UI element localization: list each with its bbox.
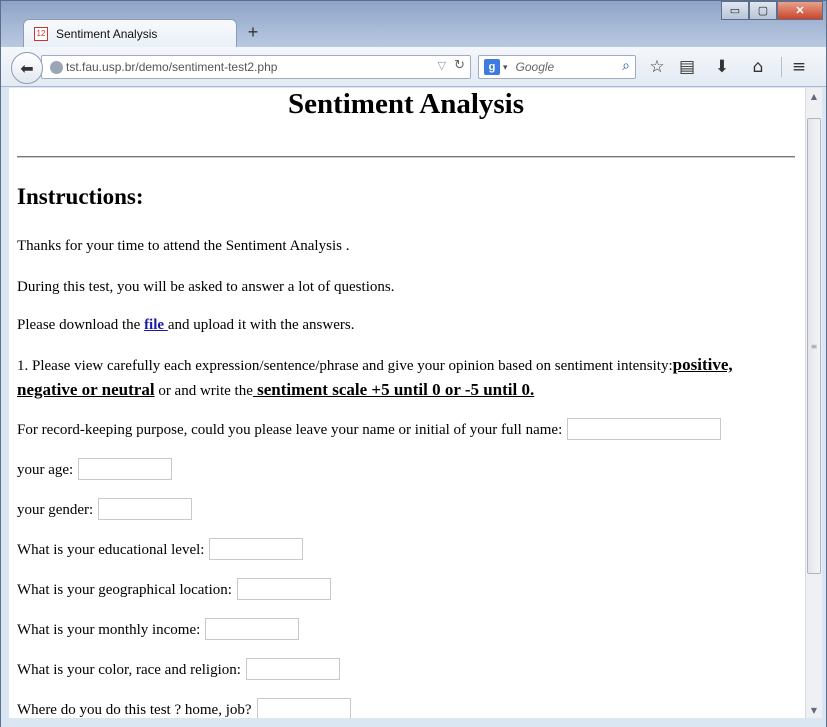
scroll-up-icon[interactable]: ▲ [806, 88, 822, 104]
income-question: What is your monthly income: [17, 618, 300, 640]
reload-icon[interactable]: ↻ [454, 58, 465, 73]
search-icon[interactable]: ⌕ [622, 58, 630, 74]
download-text-before: Please download the [17, 317, 145, 333]
education-field[interactable] [209, 538, 304, 560]
test-info-text: During this test, you will be asked to a… [17, 279, 395, 295]
download-icon[interactable]: ⬇ [711, 55, 733, 79]
age-question: your age: [17, 458, 173, 480]
minimize-button[interactable]: ▭ [721, 1, 749, 20]
location-question: What is your geographical location: [17, 578, 331, 600]
gender-question: your gender: [17, 498, 193, 520]
name-field[interactable] [567, 418, 722, 440]
income-field[interactable] [205, 618, 300, 640]
location-field[interactable] [236, 578, 331, 600]
instruction-text: 1. Please view carefully each expression… [17, 358, 673, 374]
home-icon[interactable]: ⌂ [747, 55, 769, 79]
income-label: What is your monthly income: [17, 621, 201, 638]
color-race-religion-field[interactable] [245, 658, 340, 680]
scroll-down-icon[interactable]: ▼ [806, 702, 822, 718]
reading-list-icon[interactable]: ▤ [676, 55, 698, 79]
page-title: Sentiment Analysis [287, 88, 525, 120]
page-viewport: Sentiment Analysis Instructions: Thanks … [9, 88, 805, 718]
tab-sentiment-analysis[interactable]: 12 Sentiment Analysis [23, 19, 237, 47]
instructions-heading: Instructions: [17, 184, 144, 209]
url-text: tst.fau.usp.br/demo/sentiment-test2.php [66, 60, 278, 74]
maximize-button[interactable]: ▢ [749, 1, 777, 20]
vertical-scrollbar[interactable]: ▲ ≡ ▼ [805, 88, 822, 718]
window-controls: ▭ ▢ ✕ [721, 1, 823, 21]
instruction-line-1: 1. Please view carefully each expression… [17, 355, 733, 375]
where-question: Where do you do this test ? home, job? [17, 698, 351, 718]
tab-strip: 12 Sentiment Analysis + ▭ ▢ ✕ [1, 1, 826, 47]
thanks-text: Thanks for your time to attend the Senti… [17, 238, 350, 254]
name-label: For record-keeping purpose, could you pl… [17, 421, 563, 438]
back-button[interactable]: ⬅ [11, 52, 43, 84]
window-bottom-border [1, 718, 826, 727]
education-label: What is your educational level: [17, 541, 205, 558]
where-field[interactable] [256, 698, 351, 718]
calendar-icon: 12 [34, 26, 48, 41]
close-button[interactable]: ✕ [777, 1, 823, 20]
file-link[interactable]: file [144, 317, 168, 333]
navigation-bar: tst.fau.usp.br/demo/sentiment-test2.php … [1, 47, 826, 87]
instruction-line-2: negative or neutral or and write the sen… [17, 380, 534, 400]
download-text: Please download the file and upload it w… [17, 317, 354, 334]
bookmark-star-icon[interactable]: ☆ [646, 55, 668, 79]
google-icon: g [484, 59, 500, 75]
gender-field[interactable] [98, 498, 193, 520]
color-race-religion-question: What is your color, race and religion: [17, 658, 340, 680]
color-race-religion-label: What is your color, race and religion: [17, 661, 241, 678]
sentiment-scale-label: sentiment scale +5 until 0 or -5 until 0… [252, 380, 535, 399]
browser-window: 12 Sentiment Analysis + ▭ ▢ ✕ tst.fau.us… [0, 0, 827, 727]
age-field[interactable] [78, 458, 173, 480]
new-tab-button[interactable]: + [243, 21, 263, 43]
chevron-down-icon[interactable]: ▾ [503, 62, 508, 73]
name-question: For record-keeping purpose, could you pl… [17, 418, 722, 440]
gender-label: your gender: [17, 501, 94, 518]
instruction-mid-text: or and write the [154, 383, 253, 399]
education-question: What is your educational level: [17, 538, 304, 560]
positive-label: positive, [672, 355, 733, 374]
location-label: What is your geographical location: [17, 581, 232, 598]
menu-icon[interactable]: ≡ [788, 55, 810, 79]
globe-icon [50, 60, 63, 74]
scrollbar-thumb[interactable]: ≡ [807, 118, 821, 574]
divider [17, 156, 795, 158]
back-arrow-icon: ⬅ [20, 58, 34, 78]
url-bar[interactable]: tst.fau.usp.br/demo/sentiment-test2.php … [41, 55, 471, 79]
tab-label: Sentiment Analysis [56, 26, 158, 41]
search-placeholder: Google [515, 60, 555, 74]
dropdown-arrow-icon[interactable]: ▽ [438, 59, 446, 72]
negative-neutral-label: negative or neutral [17, 380, 155, 399]
download-text-after: and upload it with the answers. [167, 317, 355, 333]
where-label: Where do you do this test ? home, job? [17, 701, 252, 718]
toolbar-separator [781, 57, 782, 77]
age-label: your age: [17, 461, 74, 478]
search-input[interactable]: g ▾ Google ⌕ [478, 55, 636, 79]
